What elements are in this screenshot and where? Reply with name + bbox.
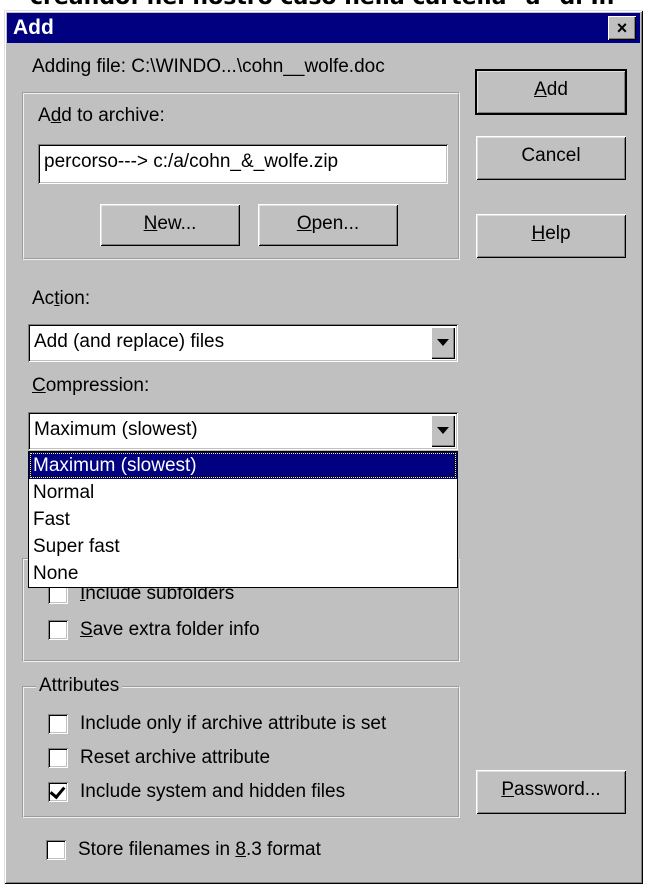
archive-group: Add to archive: percorso---> c:/a/cohn_&… (22, 92, 460, 260)
archive-path-input[interactable]: percorso---> c:/a/cohn_&_wolfe.zip (38, 144, 448, 184)
add-button[interactable]: Add (475, 69, 627, 115)
dialog-title: Add (13, 16, 54, 39)
archive-attr-set-checkbox[interactable] (48, 714, 68, 734)
action-label: Action: (32, 288, 91, 309)
password-button[interactable]: Password... (476, 770, 626, 814)
add-dialog: Add × Adding file: C:\WINDO...\cohn__wol… (4, 10, 643, 884)
action-chevron-down-icon[interactable] (431, 327, 455, 359)
store-83-checkbox[interactable] (46, 840, 66, 860)
attributes-group-title: Attributes (36, 674, 123, 698)
save-folder-info-label: Save extra folder info (80, 619, 260, 640)
save-folder-info-checkbox[interactable] (48, 620, 68, 640)
compression-option[interactable]: Maximum (slowest) (29, 452, 457, 479)
store-83-label: Store filenames in 8.3 format (78, 839, 321, 860)
compression-chevron-down-icon[interactable] (431, 415, 455, 447)
system-hidden-label: Include system and hidden files (80, 781, 346, 802)
action-selected-value: Add (and replace) files (34, 331, 225, 352)
compression-label: Compression: (32, 375, 150, 396)
add-to-archive-label: Add to archive: (38, 105, 165, 126)
close-icon[interactable]: × (608, 16, 636, 40)
compression-selected-value: Maximum (slowest) (34, 419, 198, 440)
help-button[interactable]: Help (476, 214, 626, 258)
system-hidden-checkbox[interactable] (48, 782, 68, 802)
compression-option[interactable]: Super fast (29, 533, 457, 560)
open-archive-button[interactable]: Open... (258, 204, 398, 246)
compression-option[interactable]: Fast (29, 506, 457, 533)
reset-archive-attr-label: Reset archive attribute (80, 747, 271, 768)
action-select[interactable]: Add (and replace) files (28, 324, 458, 362)
archive-attr-set-label: Include only if archive attribute is set (80, 713, 387, 734)
adding-file-label: Adding file: C:\WINDO...\cohn__wolfe.doc (32, 56, 385, 77)
cancel-button[interactable]: Cancel (476, 136, 626, 180)
compression-option[interactable]: Normal (29, 479, 457, 506)
reset-archive-attr-checkbox[interactable] (48, 748, 68, 768)
compression-dropdown-list[interactable]: Maximum (slowest) Normal Fast Super fast… (28, 451, 458, 588)
dialog-titlebar[interactable]: Add × (7, 13, 640, 43)
compression-option[interactable]: None (29, 560, 457, 587)
new-archive-button[interactable]: New... (100, 204, 240, 246)
cropped-caption-text: creando: nel nostro caso nella cartella … (30, 0, 647, 10)
attributes-group: Attributes Include only if archive attri… (22, 674, 460, 818)
compression-select[interactable]: Maximum (slowest) (28, 412, 458, 450)
